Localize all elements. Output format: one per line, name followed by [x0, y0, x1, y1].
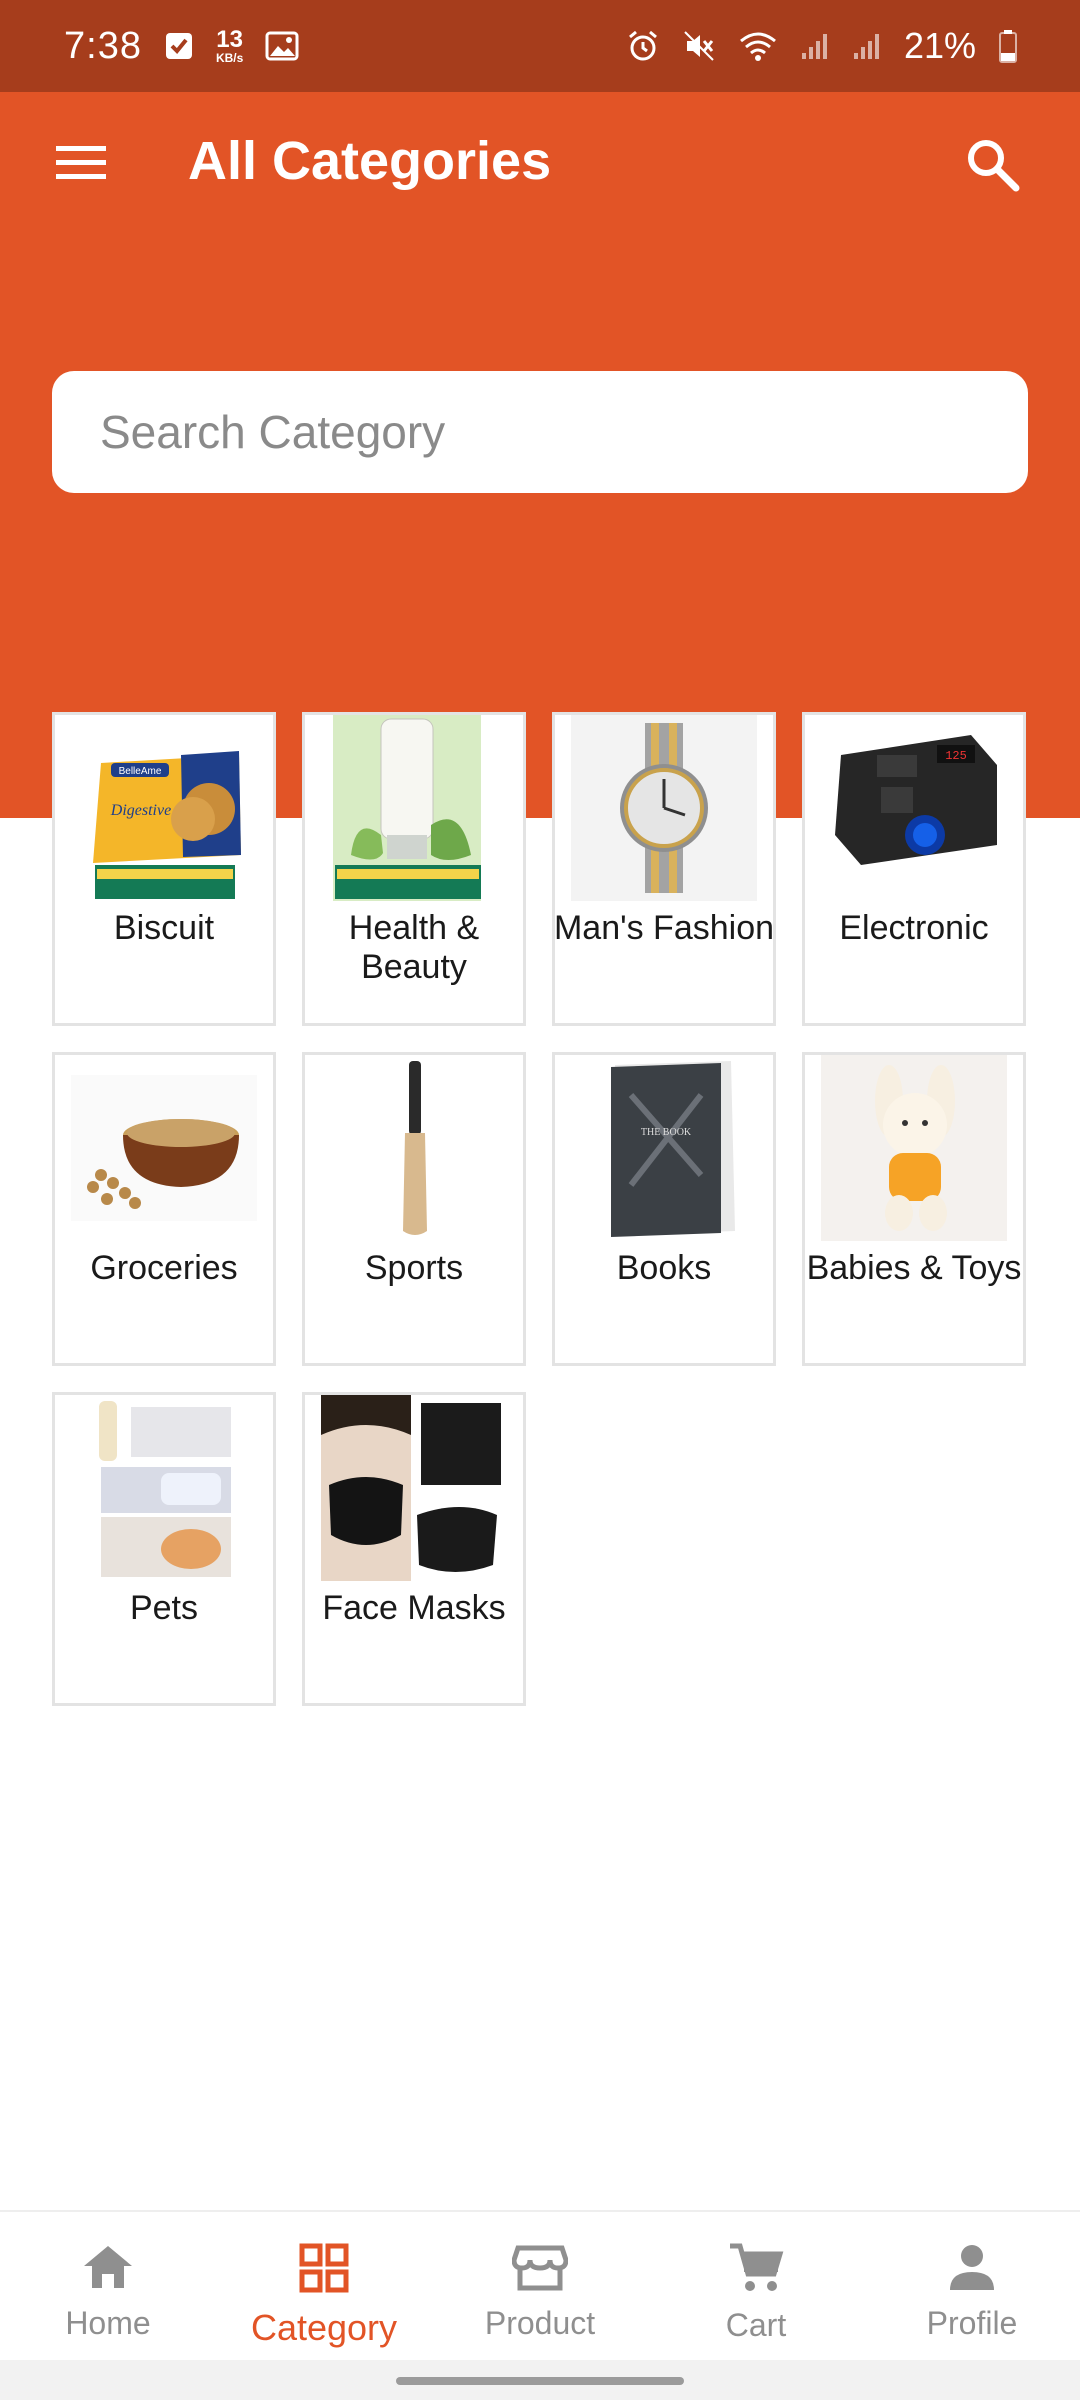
net-speed-value: 13 — [216, 26, 243, 53]
alarm-icon — [626, 29, 660, 63]
nav-category[interactable]: Category — [216, 2212, 432, 2360]
category-label: Babies & Toys — [806, 1249, 1022, 1287]
battery-icon — [998, 29, 1018, 63]
person-icon — [946, 2242, 998, 2297]
category-card-books[interactable]: THE BOOK Books — [552, 1052, 776, 1366]
black-face-mask-image — [321, 1395, 507, 1581]
grid-icon — [298, 2242, 350, 2299]
cart-icon — [728, 2242, 784, 2299]
svg-text:THE BOOK: THE BOOK — [641, 1127, 692, 1138]
net-speed-unit: KB/s — [215, 51, 244, 65]
gesture-handle[interactable] — [396, 2377, 684, 2385]
mute-icon — [682, 29, 716, 63]
home-icon — [80, 2242, 136, 2297]
wifi-icon — [738, 29, 778, 63]
signal-icon-2 — [852, 31, 882, 61]
svg-text:BelleAme: BelleAme — [119, 766, 162, 777]
category-label: Pets — [129, 1589, 199, 1627]
nav-home[interactable]: Home — [0, 2212, 216, 2360]
wristwatch-image — [571, 715, 757, 901]
status-left: 7:38 13 KB/s — [64, 25, 299, 68]
category-label: Books — [616, 1249, 712, 1287]
nav-label: Home — [65, 2305, 151, 2341]
category-card-sports[interactable]: Sports — [302, 1052, 526, 1366]
spice-bowl-image — [71, 1055, 257, 1241]
pet-feeding-bottle-image — [71, 1395, 257, 1581]
category-label: Biscuit — [113, 909, 215, 947]
battery-percent: 21% — [903, 25, 976, 66]
category-card-babies-toys[interactable]: Babies & Toys — [802, 1052, 1026, 1366]
store-icon — [511, 2242, 569, 2297]
category-card-face-masks[interactable]: Face Masks — [302, 1392, 526, 1706]
face-wash-image — [321, 715, 507, 901]
category-card-groceries[interactable]: Groceries — [52, 1052, 276, 1366]
category-card-pets[interactable]: Pets — [52, 1392, 276, 1706]
checkbox-notification-icon — [164, 31, 194, 61]
app-bar: All Categories — [0, 92, 1080, 238]
power-adapter-image: 125 — [821, 715, 1007, 901]
status-bar: 7:38 13 KB/s 21% — [0, 0, 1080, 92]
nav-label: Cart — [725, 2307, 787, 2343]
svg-text:125: 125 — [945, 749, 967, 763]
category-label: Health & Beauty — [348, 909, 480, 986]
net-speed: 13 KB/s — [215, 26, 244, 65]
category-label: Groceries — [90, 1249, 238, 1287]
bottom-navigation: Home Category Product Cart Profile — [0, 2210, 1080, 2360]
book-image: THE BOOK — [571, 1055, 757, 1241]
nav-label: Profile — [926, 2305, 1018, 2341]
category-label: Face Masks — [322, 1589, 506, 1627]
nav-product[interactable]: Product — [432, 2212, 648, 2360]
category-card-electronic[interactable]: 125 Electronic — [802, 712, 1026, 1026]
category-label: Electronic — [839, 909, 989, 947]
plush-bunny-image — [821, 1055, 1007, 1241]
search-icon[interactable] — [964, 136, 1022, 194]
category-label: Man's Fashion — [553, 909, 775, 947]
biscuit-image: BelleAme Digestive — [71, 715, 257, 901]
nav-profile[interactable]: Profile — [864, 2212, 1080, 2360]
status-time: 7:38 — [64, 24, 142, 67]
signal-icon-1 — [800, 31, 830, 61]
svg-text:Digestive: Digestive — [110, 802, 171, 819]
page-title: All Categories — [188, 131, 552, 191]
nav-cart[interactable]: Cart — [648, 2212, 864, 2360]
gallery-notification-icon — [265, 31, 299, 61]
cricket-bat-image — [321, 1055, 507, 1241]
category-label: Sports — [364, 1249, 464, 1287]
category-card-mans-fashion[interactable]: Man's Fashion — [552, 712, 776, 1026]
category-card-health-beauty[interactable]: Health & Beauty — [302, 712, 526, 1026]
nav-label: Category — [250, 2307, 398, 2348]
search-category-input[interactable] — [52, 371, 1028, 493]
nav-label: Product — [484, 2305, 596, 2341]
hamburger-menu-icon[interactable] — [56, 142, 116, 188]
status-right: 21% — [626, 25, 1018, 67]
category-card-biscuit[interactable]: BelleAme Digestive Biscuit — [52, 712, 276, 1026]
